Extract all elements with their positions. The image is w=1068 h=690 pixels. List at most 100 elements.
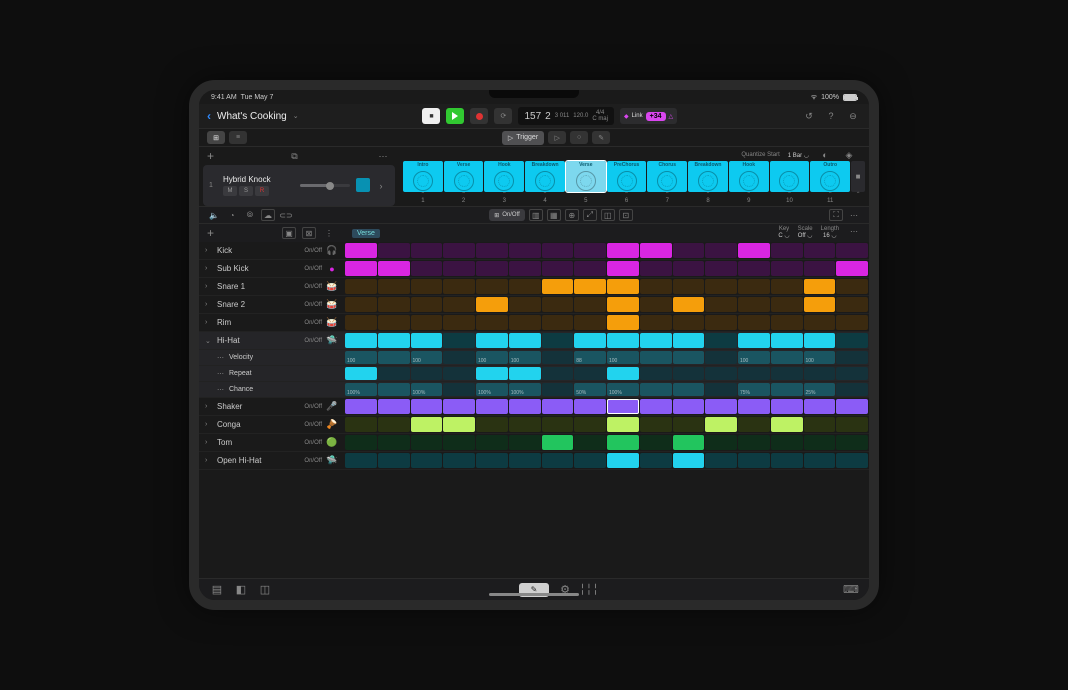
substep[interactable] [640,383,672,396]
length-param[interactable]: Length16 ◡ [821,226,839,240]
disclosure-icon[interactable]: › [205,283,213,290]
step[interactable] [640,297,672,312]
step[interactable] [673,315,705,330]
substep[interactable]: 100 [804,351,836,364]
row-instrument-icon[interactable]: 🛸 [326,455,338,467]
record-button[interactable] [470,108,488,124]
play-button[interactable] [446,108,464,124]
disclosure-icon[interactable]: › [205,403,213,410]
fx2-icon[interactable]: ⦾ [243,209,257,221]
row-instrument-icon[interactable]: 🎧 [326,245,338,257]
step[interactable] [574,243,606,258]
step[interactable] [771,417,803,432]
mute-button[interactable]: M [223,186,237,196]
quantize-value[interactable]: 1 Bar ◡ [788,152,809,159]
back-button[interactable]: ‹ [207,109,211,123]
step[interactable] [607,399,639,414]
step[interactable] [836,453,868,468]
row-name[interactable]: Sub Kick [217,264,300,273]
util6-icon[interactable]: ⊡ [619,209,633,221]
step[interactable] [542,435,574,450]
fx3-icon[interactable]: ☁ [261,209,275,221]
mixer-icon[interactable]: ╎╎╎ [581,582,597,598]
row-name[interactable]: Shaker [217,402,300,411]
substep[interactable]: 100 [476,351,508,364]
step[interactable] [345,417,377,432]
cycle-button[interactable]: ⟳ [494,108,512,124]
row-toggle[interactable]: On/Off [304,320,322,326]
step[interactable] [771,297,803,312]
step[interactable] [738,453,770,468]
step[interactable] [705,243,737,258]
step[interactable] [771,315,803,330]
seq-icon1[interactable]: ▣ [282,227,296,239]
substep[interactable] [836,351,868,364]
step[interactable] [574,315,606,330]
disclosure-icon[interactable]: › [205,265,213,272]
step[interactable] [771,243,803,258]
step[interactable] [476,297,508,312]
step[interactable] [411,261,443,276]
scene-cell[interactable]: Chorus [647,161,687,192]
step[interactable] [705,315,737,330]
step[interactable] [836,279,868,294]
substep[interactable] [378,351,410,364]
keyboard-icon[interactable]: ⌨ [843,582,859,598]
step[interactable] [738,333,770,348]
row-toggle[interactable]: On/Off [304,440,322,446]
step[interactable] [705,435,737,450]
project-name[interactable]: What's Cooking [217,111,287,122]
step[interactable] [345,261,377,276]
step[interactable] [804,333,836,348]
substep[interactable] [705,383,737,396]
step[interactable] [378,261,410,276]
step[interactable] [673,399,705,414]
disclosure-icon[interactable]: › [205,301,213,308]
step[interactable] [509,453,541,468]
step[interactable] [345,435,377,450]
history-icon[interactable]: ↺ [801,108,817,124]
row-menu-icon[interactable]: ⋮ [322,227,336,239]
disclosure-icon[interactable]: › [205,457,213,464]
grid-view-button[interactable]: ⊞ [207,131,225,144]
step[interactable] [476,435,508,450]
row-toggle[interactable]: On/Off [304,284,322,290]
row-instrument-icon[interactable]: 🥁 [326,281,338,293]
step[interactable] [640,333,672,348]
step[interactable] [378,417,410,432]
pattern-name[interactable]: Verse [352,229,380,238]
step[interactable] [542,417,574,432]
step[interactable] [738,297,770,312]
scene-cell[interactable]: Verse [444,161,484,192]
loop-mode-icon[interactable]: ○ [570,131,588,144]
step[interactable] [476,243,508,258]
step[interactable] [443,417,475,432]
step[interactable] [673,297,705,312]
onoff-mode-button[interactable]: ⊞ On/Off [489,209,525,221]
step[interactable] [574,297,606,312]
step[interactable] [476,261,508,276]
scene-cell[interactable]: Breakdown [688,161,728,192]
step[interactable] [542,243,574,258]
step[interactable] [411,399,443,414]
step[interactable] [411,243,443,258]
scene-stop-button[interactable]: ■ [851,161,865,192]
scene-cell[interactable]: Breakdown [525,161,565,192]
row-instrument-icon[interactable]: ● [326,263,338,275]
duplicate-icon[interactable]: ⧉ [287,148,303,164]
substep[interactable]: 100% [607,383,639,396]
stop-button[interactable]: ■ [422,108,440,124]
subrow-menu-icon[interactable]: ⋯ [217,386,225,394]
step[interactable] [509,243,541,258]
step[interactable] [804,243,836,258]
row-toggle[interactable]: On/Off [304,302,322,308]
step[interactable] [673,333,705,348]
step[interactable] [509,279,541,294]
step[interactable] [378,279,410,294]
step[interactable] [738,243,770,258]
substep[interactable] [705,351,737,364]
browser-icon[interactable]: ◧ [233,582,249,598]
step[interactable] [411,279,443,294]
step[interactable] [443,315,475,330]
step[interactable] [771,435,803,450]
